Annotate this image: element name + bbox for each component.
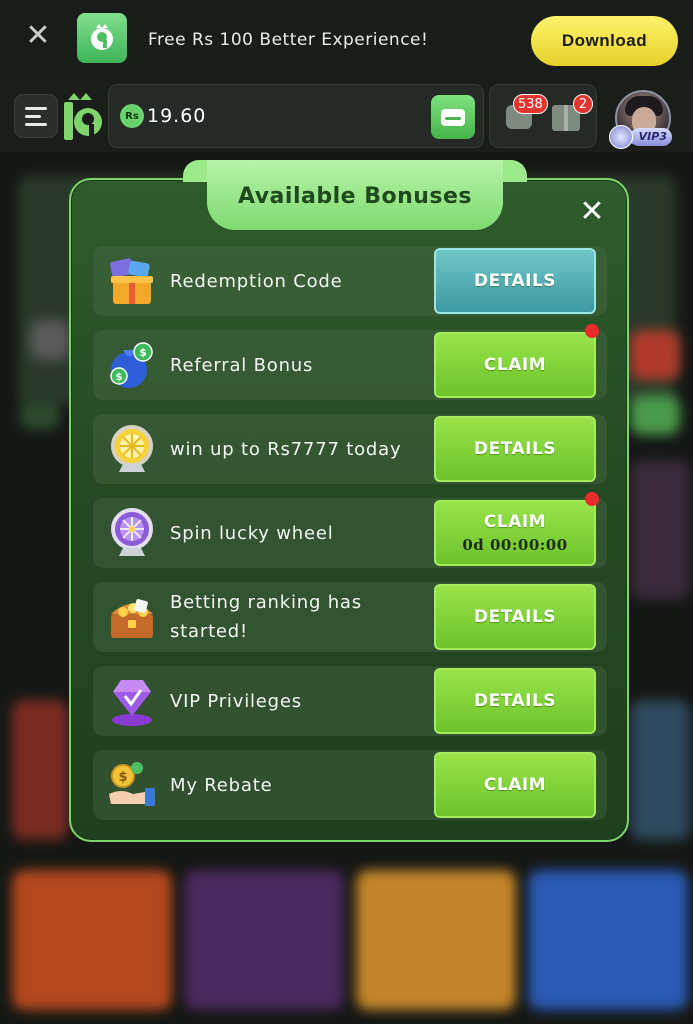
menu-button[interactable] — [14, 94, 58, 138]
rupee-coin-icon: Rs — [120, 104, 144, 128]
bonus-label: win up to Rs7777 today — [170, 438, 402, 460]
modal-title: Available Bonuses — [237, 184, 473, 209]
details-button[interactable]: DETAILS — [434, 668, 596, 734]
claim-button[interactable]: CLAIM — [434, 332, 596, 398]
promo-banner: ✕ Free Rs 100 Better Experience! Downloa… — [0, 0, 693, 82]
details-button[interactable]: DETAILS — [434, 248, 596, 314]
download-button[interactable]: Download — [531, 16, 678, 66]
bonus-row-betting-ranking: Betting ranking has started! DETAILS — [93, 582, 607, 652]
button-label: DETAILS — [473, 439, 557, 459]
button-label: DETAILS — [473, 607, 557, 627]
page: ✕ Free Rs 100 Better Experience! Downloa… — [0, 0, 693, 1024]
bonus-label: Referral Bonus — [170, 354, 314, 376]
bonus-label: Spin lucky wheel — [170, 522, 334, 544]
claim-button[interactable]: CLAIM — [434, 752, 596, 818]
bonus-label: Betting ranking has started! — [170, 592, 362, 642]
bonus-row-redemption-code: Redemption Code DETAILS — [93, 246, 607, 316]
details-button[interactable]: DETAILS — [434, 416, 596, 482]
top-bar: Rs 19.60 538 2 — [0, 82, 693, 152]
vip-level-badge: VIP3 — [630, 128, 672, 146]
notification-box: 538 2 — [489, 84, 597, 148]
button-label: DETAILS — [473, 691, 557, 711]
details-button[interactable]: DETAILS — [434, 584, 596, 650]
menu-line-icon — [25, 114, 41, 118]
bonus-row-win-up-to: win up to Rs7777 today DETAILS — [93, 414, 607, 484]
vip-gem-icon — [112, 680, 152, 726]
claim-timer: 0d 00:00:00 — [462, 536, 568, 554]
svg-text:$: $ — [116, 372, 123, 383]
coin-hand-icon: $ — [109, 762, 155, 806]
b9-logo-icon — [77, 13, 127, 63]
menu-line-icon — [25, 106, 47, 110]
notification-dot — [585, 324, 599, 338]
bonus-label: My Rebate — [170, 774, 273, 796]
money-bag-icon: $ $ — [110, 342, 153, 388]
trophy-wheel-icon — [111, 425, 153, 472]
treasure-chest-icon — [111, 599, 153, 638]
notification-dot — [585, 492, 599, 506]
bonus-row-vip-privileges: VIP Privileges DETAILS — [93, 666, 607, 736]
button-label: CLAIM — [483, 775, 547, 795]
balance-box: Rs 19.60 — [108, 84, 484, 148]
lucky-wheel-icon — [111, 508, 153, 556]
wallet-button[interactable] — [431, 95, 475, 139]
gift-box-icon — [110, 258, 153, 304]
banner-close-icon[interactable]: ✕ — [24, 21, 52, 51]
balance-value: 19.60 — [147, 105, 207, 127]
button-label: CLAIM — [483, 355, 547, 375]
bonus-label: Redemption Code — [170, 270, 343, 292]
b9-logo-glyph — [91, 24, 113, 50]
vip-shield-icon — [609, 125, 633, 149]
button-label: CLAIM — [483, 512, 547, 532]
claim-button[interactable]: CLAIM 0d 00:00:00 — [434, 500, 596, 566]
bonus-row-referral-bonus: $ $ Referral Bonus CLAIM — [93, 324, 607, 400]
close-icon[interactable]: ✕ — [577, 197, 607, 227]
wallet-icon — [441, 108, 465, 126]
app-logo-icon — [64, 93, 102, 140]
banner-text: Free Rs 100 Better Experience! — [148, 30, 429, 50]
svg-text:$: $ — [139, 346, 147, 359]
gift-count-badge: 2 — [573, 94, 593, 114]
chat-count-badge: 538 — [513, 94, 548, 114]
svg-text:$: $ — [118, 770, 127, 785]
bonus-label: VIP Privileges — [170, 690, 302, 712]
bonus-row-spin-lucky-wheel: Spin lucky wheel CLAIM 0d 00:00:00 — [93, 492, 607, 568]
button-label: DETAILS — [473, 271, 557, 291]
bonus-row-my-rebate: $ My Rebate CLAIM — [93, 750, 607, 820]
available-bonuses-modal: Available Bonuses ✕ Redemption Code DETA… — [69, 160, 629, 842]
menu-line-icon — [25, 122, 47, 126]
